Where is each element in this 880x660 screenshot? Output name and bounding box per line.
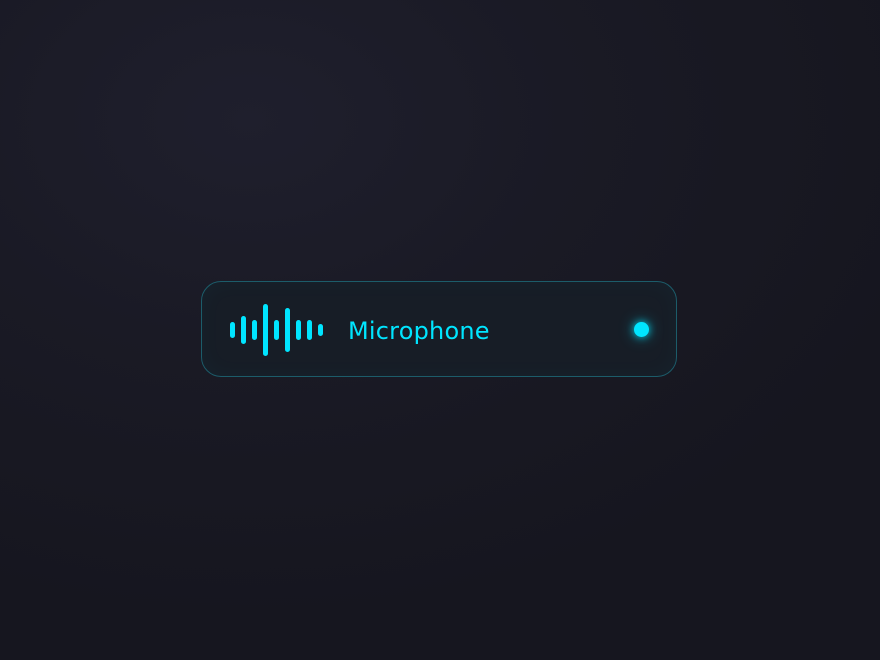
waveform-bar	[274, 320, 279, 340]
active-status-dot	[634, 322, 649, 337]
waveform-icon	[230, 282, 330, 378]
waveform-bar	[285, 308, 290, 352]
waveform-bar	[307, 320, 312, 340]
waveform-bar	[318, 324, 323, 336]
microphone-toggle[interactable]: Microphone	[201, 281, 677, 377]
waveform-bar	[296, 320, 301, 340]
waveform-bar	[252, 320, 257, 340]
microphone-label: Microphone	[348, 317, 490, 345]
waveform-bar	[263, 304, 268, 356]
waveform-bar	[230, 322, 235, 338]
waveform-bar	[241, 316, 246, 344]
